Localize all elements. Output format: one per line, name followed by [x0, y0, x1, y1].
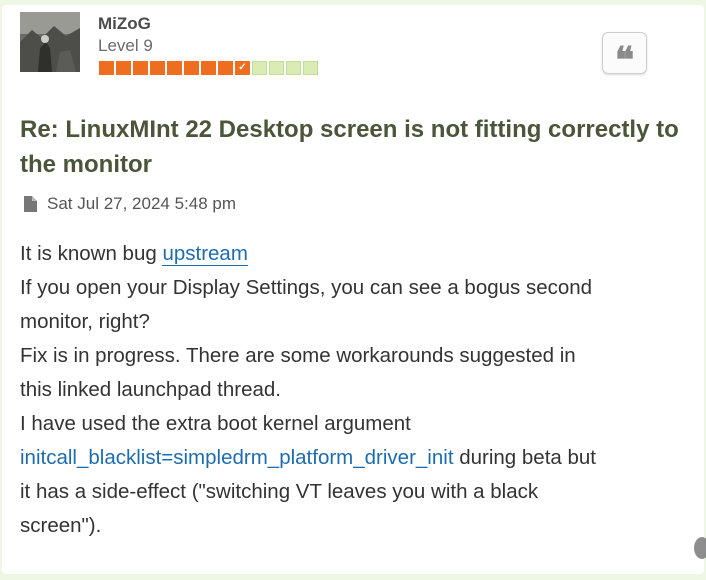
rank-segment [303, 61, 318, 75]
body-text: It is known bug [20, 242, 163, 265]
rank-segment [201, 61, 216, 75]
post-title[interactable]: Re: LinuxMInt 22 Desktop screen is not f… [20, 112, 700, 182]
post-body: It is known bug upstream If you open you… [20, 237, 706, 543]
rank-segment [116, 61, 131, 75]
post-date: Sat Jul 27, 2024 5:48 pm [47, 194, 237, 213]
body-text: during beta but [453, 446, 596, 469]
rank-segment [99, 61, 114, 75]
post-date-row: Sat Jul 27, 2024 5:48 pm [24, 194, 236, 214]
username-link[interactable]: MiZoG [98, 14, 151, 34]
body-line: If you open your Display Settings, you c… [20, 276, 593, 299]
body-line: monitor, right? [20, 310, 150, 333]
rank-segment [133, 61, 148, 75]
quote-icon: ❝ [614, 39, 635, 81]
avatar-image [20, 12, 80, 72]
body-line: screen"). [20, 514, 102, 537]
rank-segment [269, 61, 284, 75]
body-line: I have used the extra boot kernel argume… [20, 412, 411, 435]
upstream-link[interactable]: upstream [162, 242, 248, 266]
rank-segment: ✓ [235, 61, 250, 75]
rank-progress-bar: ✓ [99, 61, 318, 75]
user-rank: Level 9 [98, 36, 153, 55]
rank-segment [218, 61, 233, 75]
body-line: It is known bug upstream [20, 237, 706, 271]
body-line: this linked launchpad thread. [20, 378, 281, 401]
rank-segment [167, 61, 182, 75]
rank-segment [184, 61, 199, 75]
quote-button[interactable]: ❝ [602, 32, 647, 78]
file-icon[interactable] [24, 196, 37, 212]
rank-segment [150, 61, 165, 75]
forum-post: MiZoG Level 9 ✓ ❝ Re: LinuxMInt 22 Deskt… [2, 5, 704, 574]
scroll-top-icon[interactable] [694, 537, 706, 559]
body-line: initcall_blacklist=simpledrm_platform_dr… [20, 441, 706, 475]
rank-segment [286, 61, 301, 75]
avatar[interactable] [20, 12, 80, 72]
body-line: it has a side-effect ("switching VT leav… [20, 480, 539, 503]
rank-segment [252, 61, 267, 75]
body-line: Fix is in progress. There are some worka… [20, 344, 576, 367]
kernel-argument-link[interactable]: initcall_blacklist=simpledrm_platform_dr… [20, 446, 454, 469]
